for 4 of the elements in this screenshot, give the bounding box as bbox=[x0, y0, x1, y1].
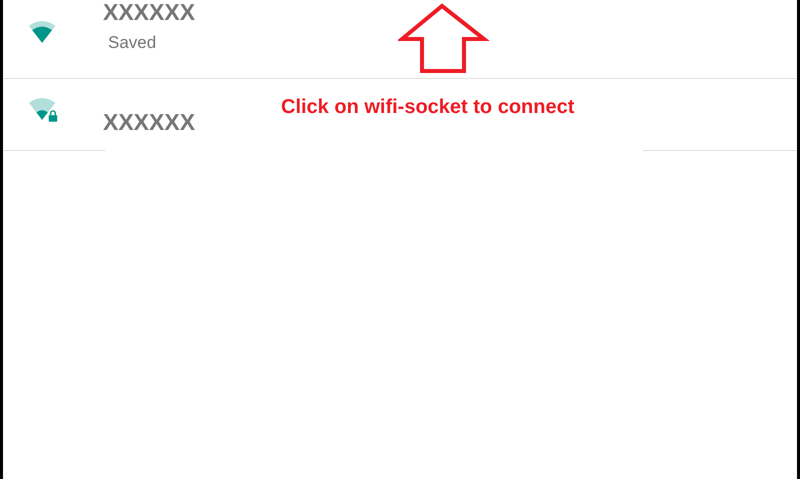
network-name[interactable]: XXXXXX bbox=[103, 0, 196, 24]
network-name[interactable]: XXXXXX bbox=[103, 110, 196, 134]
annotation-text: Click on wifi-socket to connect bbox=[281, 96, 574, 119]
network-status: Saved bbox=[108, 33, 158, 53]
